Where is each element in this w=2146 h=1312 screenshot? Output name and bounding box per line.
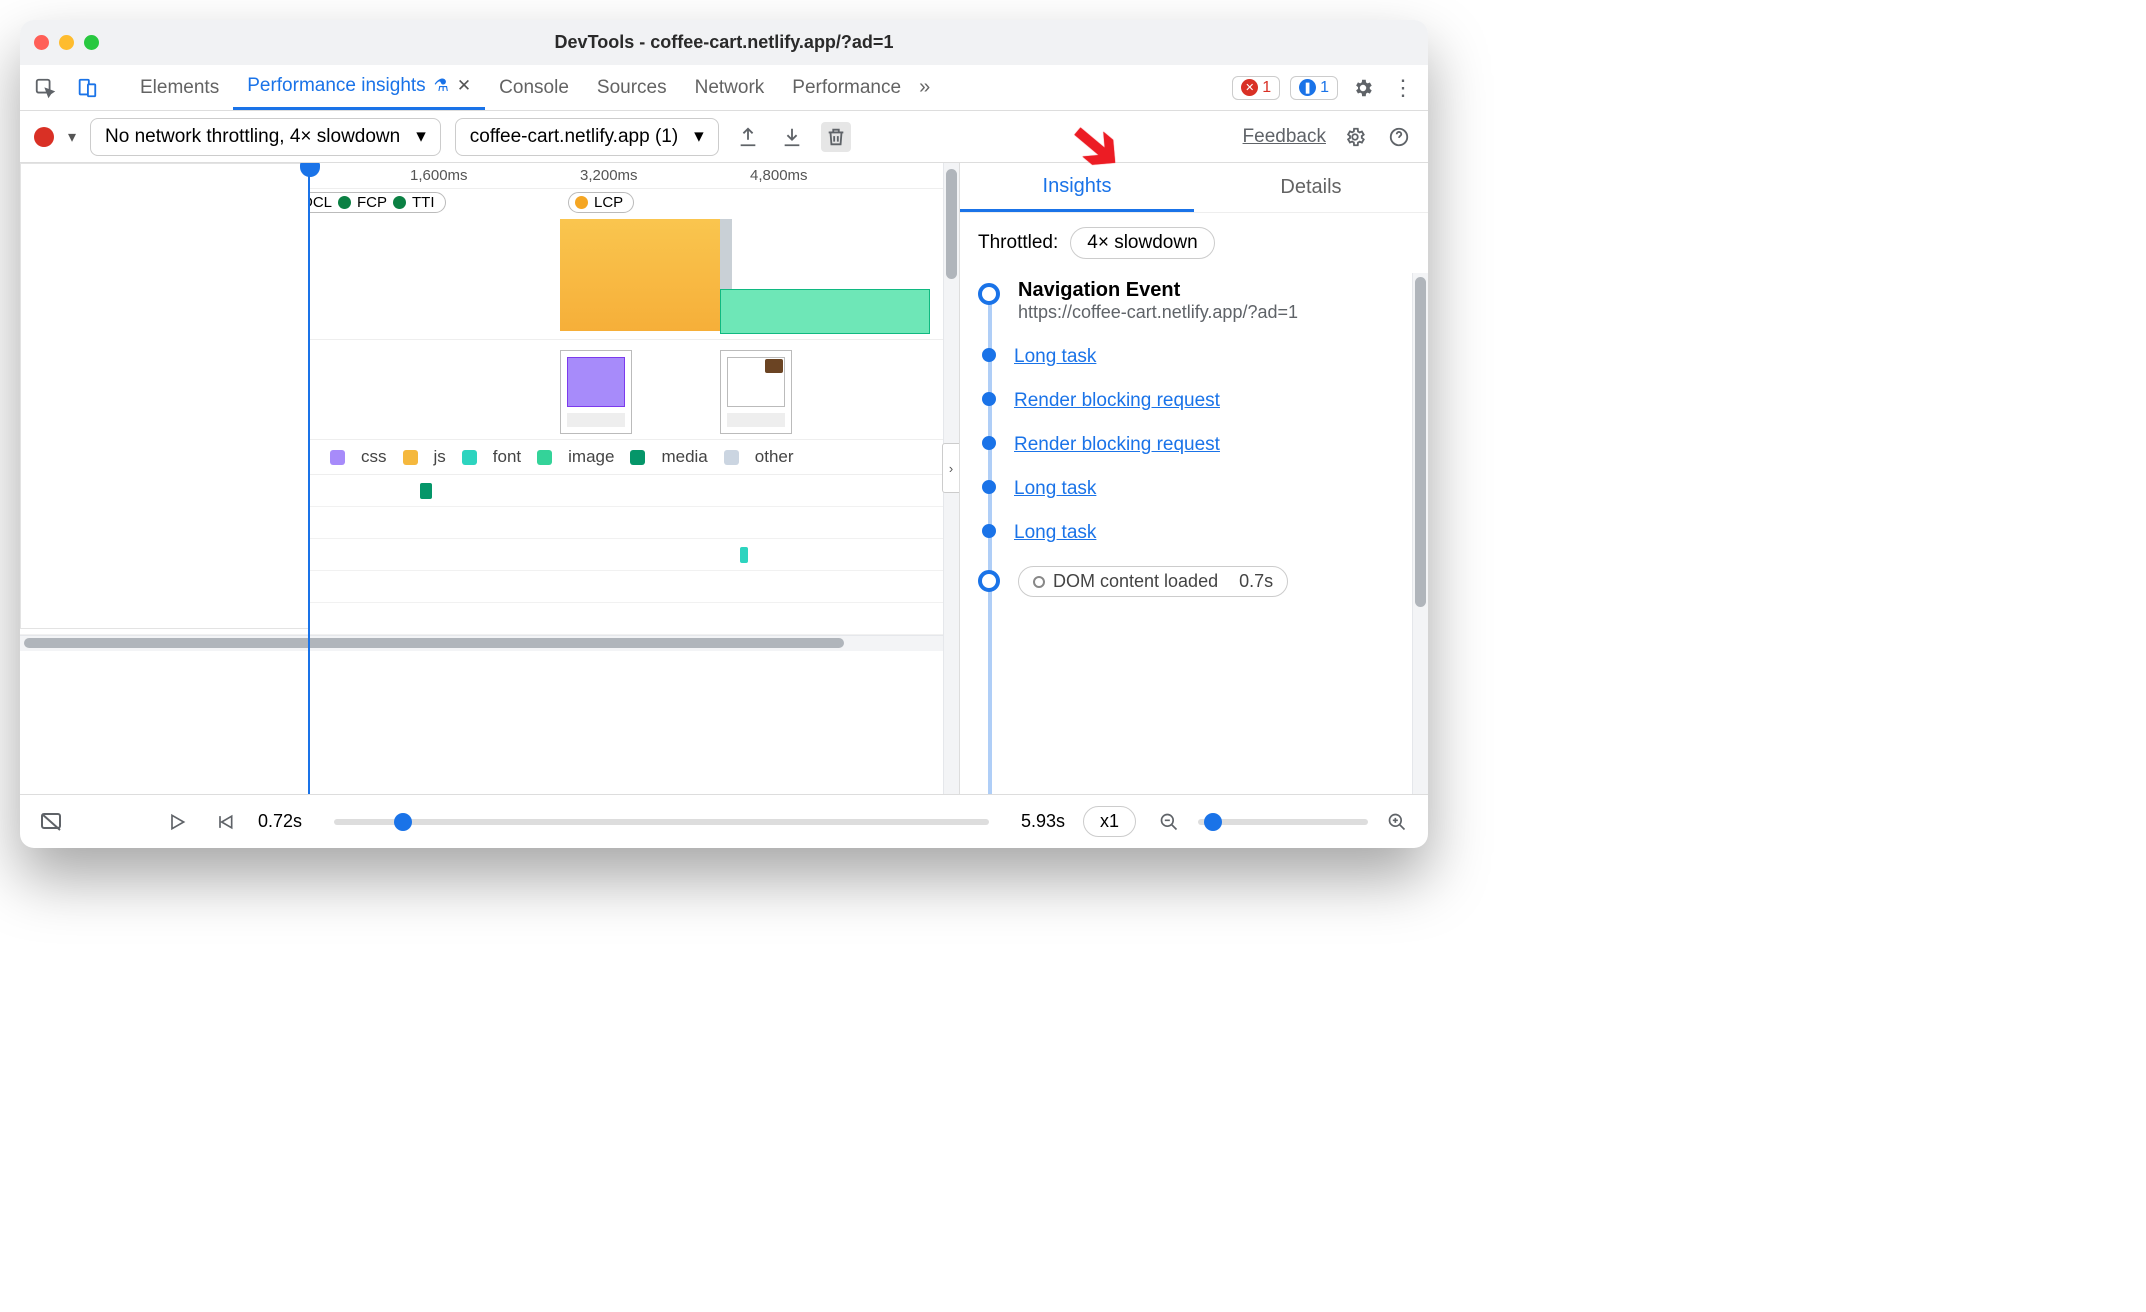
insight-item[interactable]: Long task <box>978 478 1412 500</box>
insight-item[interactable]: Render blocking request <box>978 434 1412 456</box>
screenshot-thumb[interactable] <box>560 350 632 434</box>
screenshot-thumb[interactable] <box>720 350 792 434</box>
throttling-select[interactable]: No network throttling, 4× slowdown▾ <box>90 118 441 156</box>
subtab-insights[interactable]: Insights <box>960 163 1194 212</box>
main-content: 0ms 1,600ms 3,200ms 4,800ms DCL FCP TTI … <box>20 163 1428 794</box>
playhead[interactable] <box>308 163 310 794</box>
insights-toolbar: ▾ No network throttling, 4× slowdown▾ co… <box>20 111 1428 163</box>
throttle-indicator: Throttled: 4× slowdown <box>960 213 1428 273</box>
error-count-badge[interactable]: ✕1 <box>1232 76 1280 100</box>
tab-close-icon[interactable]: ✕ <box>457 76 471 96</box>
tab-sources[interactable]: Sources <box>583 65 681 110</box>
insight-navigation-event[interactable]: Navigation Eventhttps://coffee-cart.netl… <box>978 279 1412 324</box>
playback-footer: 0.72s 5.93s x1 <box>20 794 1428 848</box>
timeline-panel: 0ms 1,600ms 3,200ms 4,800ms DCL FCP TTI … <box>20 163 960 794</box>
insights-scrollbar[interactable] <box>1412 273 1428 794</box>
tab-console[interactable]: Console <box>485 65 583 110</box>
record-button[interactable] <box>34 127 54 147</box>
experiment-icon: ⚗ <box>434 76 449 96</box>
main-tabs: Elements Performance insights ⚗ ✕ Consol… <box>20 65 1428 111</box>
tab-elements[interactable]: Elements <box>126 65 233 110</box>
play-icon[interactable] <box>162 807 192 837</box>
rewind-icon[interactable] <box>210 807 240 837</box>
delete-icon[interactable] <box>821 122 851 152</box>
subtab-details[interactable]: Details <box>1194 163 1428 212</box>
horizontal-scrollbar[interactable] <box>20 635 959 651</box>
seek-slider[interactable] <box>334 819 989 825</box>
devtools-window: DevTools - coffee-cart.netlify.app/?ad=1… <box>20 20 1428 848</box>
playback-speed[interactable]: x1 <box>1083 806 1136 837</box>
settings-gear-icon[interactable] <box>1348 73 1378 103</box>
feedback-link[interactable]: Feedback <box>1243 126 1326 148</box>
panel-settings-icon[interactable] <box>1340 122 1370 152</box>
tabs-overflow[interactable]: » <box>919 76 930 99</box>
window-title: DevTools - coffee-cart.netlify.app/?ad=1 <box>20 32 1428 53</box>
insight-item[interactable]: Render blocking request <box>978 390 1412 412</box>
total-time: 5.93s <box>1021 811 1065 832</box>
record-options-dropdown[interactable]: ▾ <box>68 127 76 147</box>
insight-dcl[interactable]: DOM content loaded 0.7s <box>978 566 1412 597</box>
current-time: 0.72s <box>258 811 302 832</box>
export-icon[interactable] <box>733 122 763 152</box>
tab-performance[interactable]: Performance <box>778 65 915 110</box>
zoom-in-icon[interactable] <box>1382 807 1412 837</box>
panel-expand-handle[interactable]: › <box>942 443 959 493</box>
zoom-out-icon[interactable] <box>1154 807 1184 837</box>
zoom-slider[interactable] <box>1198 819 1368 825</box>
empty-preview-region <box>20 163 310 629</box>
toggle-visibility-icon[interactable] <box>36 807 66 837</box>
tab-network[interactable]: Network <box>681 65 779 110</box>
throttle-value-pill[interactable]: 4× slowdown <box>1070 227 1214 259</box>
kebab-menu-icon[interactable]: ⋮ <box>1388 73 1418 103</box>
title-bar: DevTools - coffee-cart.netlify.app/?ad=1 <box>20 20 1428 65</box>
recording-select[interactable]: coffee-cart.netlify.app (1)▾ <box>455 118 719 156</box>
import-icon[interactable] <box>777 122 807 152</box>
insights-panel: Insights Details Throttled: 4× slowdown … <box>960 163 1428 794</box>
device-toggle-icon[interactable] <box>72 73 102 103</box>
insights-list: Navigation Eventhttps://coffee-cart.netl… <box>960 273 1428 794</box>
help-icon[interactable] <box>1384 122 1414 152</box>
insight-item[interactable]: Long task <box>978 522 1412 544</box>
tab-performance-insights[interactable]: Performance insights ⚗ ✕ <box>233 65 485 110</box>
insight-item[interactable]: Long task <box>978 346 1412 368</box>
message-count-badge[interactable]: ❚1 <box>1290 76 1338 100</box>
marker-lcp[interactable]: LCP <box>568 192 634 213</box>
inspect-icon[interactable] <box>30 73 60 103</box>
